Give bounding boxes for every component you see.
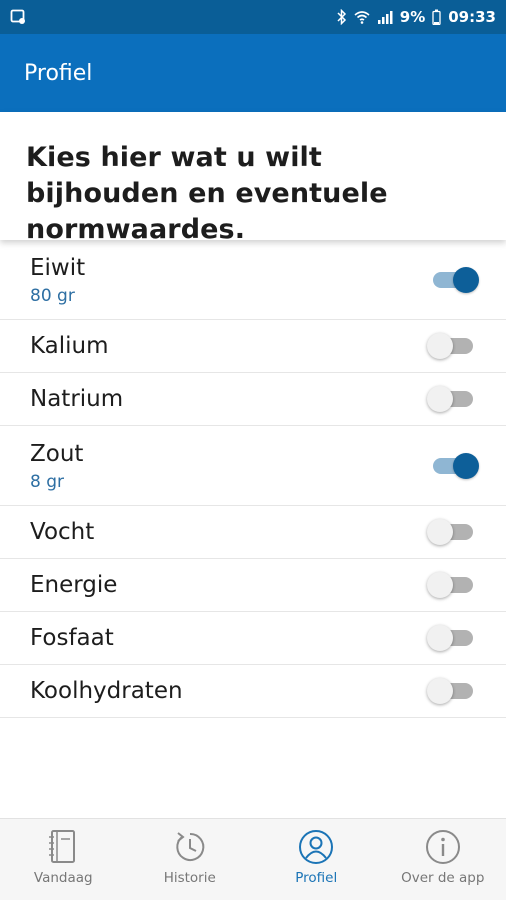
nav-vandaag[interactable]: Vandaag: [0, 819, 127, 900]
toggle-natrium[interactable]: [427, 381, 473, 417]
bluetooth-icon: [337, 9, 346, 25]
history-icon: [176, 832, 205, 861]
signal-icon: [377, 11, 393, 24]
nav-over-de-app[interactable]: Over de app: [380, 819, 506, 900]
toggle-koolhydraten[interactable]: [427, 673, 473, 709]
list-item-vocht[interactable]: Vocht: [0, 506, 506, 559]
clock: 09:33: [448, 8, 496, 26]
screen-mirror-icon: [10, 9, 25, 24]
toggle-eiwit[interactable]: [427, 262, 479, 298]
nav-historie[interactable]: Historie: [127, 819, 254, 900]
nav-label: Vandaag: [33, 870, 93, 886]
list-item-natrium[interactable]: Natrium: [0, 373, 506, 426]
list-item-kalium[interactable]: Kalium: [0, 320, 506, 373]
status-bar: 9% 09:33: [0, 0, 506, 34]
list-item-energie[interactable]: Energie: [0, 559, 506, 612]
nav-label: Profiel: [295, 870, 338, 886]
wifi-icon: [354, 11, 370, 24]
info-icon: [425, 830, 460, 864]
nav-label: Historie: [163, 870, 216, 886]
battery-icon: [432, 9, 441, 25]
list-item-koolhydraten[interactable]: Koolhydraten: [0, 665, 506, 718]
page-title: Profiel: [24, 60, 93, 86]
notebook-icon: [49, 830, 76, 863]
list-item-eiwit[interactable]: Eiwit 80 gr: [0, 240, 506, 320]
settings-list: Eiwit 80 gr Kalium Natrium Zout 8 gr Voc…: [0, 240, 506, 718]
bottom-navigation: Vandaag Historie Profiel Over de app: [0, 818, 506, 900]
list-item-fosfaat[interactable]: Fosfaat: [0, 612, 506, 665]
intro-card: Kies hier wat u wilt bijhouden en eventu…: [0, 112, 506, 245]
toggle-kalium[interactable]: [427, 328, 473, 364]
app-bar: Profiel: [0, 34, 506, 112]
toggle-vocht[interactable]: [427, 514, 473, 550]
toggle-fosfaat[interactable]: [427, 620, 473, 656]
toggle-energie[interactable]: [427, 567, 473, 603]
intro-text: Kies hier wat u wilt bijhouden en eventu…: [26, 142, 388, 245]
toggle-zout[interactable]: [427, 448, 479, 484]
profile-icon: [299, 830, 334, 864]
nav-profiel[interactable]: Profiel: [253, 819, 380, 900]
list-item-zout[interactable]: Zout 8 gr: [0, 426, 506, 506]
battery-percentage: 9%: [399, 8, 426, 26]
nav-label: Over de app: [401, 870, 485, 886]
